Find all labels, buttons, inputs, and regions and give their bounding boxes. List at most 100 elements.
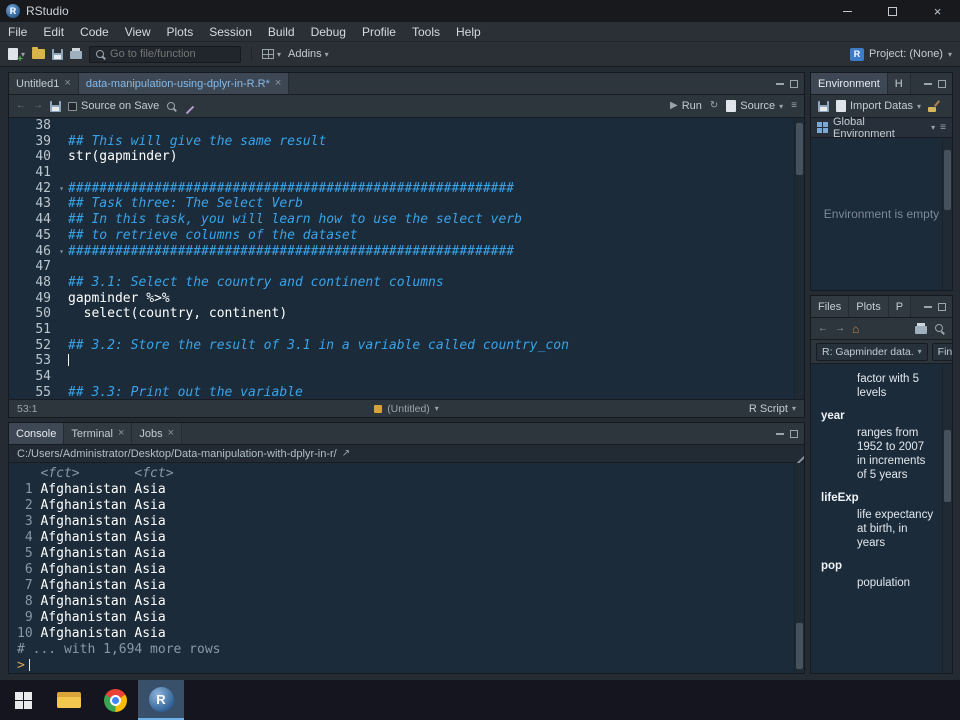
code-line[interactable]: 47 ▾ — [9, 259, 804, 275]
files-tab[interactable]: Plots — [849, 296, 889, 317]
code-line[interactable]: 45 ▾ ## to retrieve columns of the datas… — [9, 228, 804, 244]
files-tab[interactable]: Files — [811, 296, 850, 317]
forward-icon[interactable]: → — [33, 101, 43, 111]
tab-close-icon[interactable]: × — [275, 78, 281, 89]
pane-maximize-icon[interactable] — [938, 79, 946, 88]
code-editor[interactable]: 38 ▾ 39 ▾ ## This will give the same res… — [9, 118, 804, 399]
fold-icon[interactable]: ▾ — [55, 244, 68, 260]
menu-item[interactable]: View — [117, 22, 159, 41]
code-line[interactable]: 49 ▾ gapminder %>% — [9, 291, 804, 307]
maximize-button[interactable] — [870, 0, 915, 22]
menu-item[interactable]: Profile — [354, 22, 404, 41]
console-tab[interactable]: Terminal × — [64, 423, 133, 444]
console-prompt-line[interactable]: > — [17, 658, 804, 673]
menu-item[interactable]: Tools — [404, 22, 448, 41]
menu-item[interactable]: Plots — [159, 22, 202, 41]
code-line[interactable]: 50 ▾ select(country, continent) — [9, 306, 804, 322]
panes-layout-button[interactable]: ▾ — [262, 49, 281, 59]
back-icon[interactable]: ← — [818, 323, 828, 334]
code-tools-icon[interactable] — [184, 101, 195, 112]
menu-item[interactable]: Debug — [303, 22, 354, 41]
code-line[interactable]: 48 ▾ ## 3.1: Select the country and cont… — [9, 275, 804, 291]
goto-file-input[interactable] — [110, 48, 231, 60]
files-tab[interactable]: P — [888, 296, 912, 317]
rstudio-taskbar-button[interactable]: R — [138, 680, 184, 720]
menu-item[interactable]: File — [0, 22, 35, 41]
clear-workspace-icon[interactable] — [927, 100, 940, 112]
console-tab[interactable]: Jobs × — [132, 423, 183, 444]
code-line[interactable]: 39 ▾ ## This will give the same result — [9, 134, 804, 150]
popout-icon[interactable]: ↗ — [342, 448, 350, 459]
editor-tab[interactable]: data-manipulation-using-dplyr-in-R.R* × — [78, 73, 290, 94]
scrollbar-thumb[interactable] — [796, 623, 803, 669]
editor-scrollbar[interactable] — [794, 118, 804, 399]
menu-item[interactable]: Edit — [35, 22, 72, 41]
pane-maximize-icon[interactable] — [790, 429, 798, 438]
code-line[interactable]: 46 ▾ ###################################… — [9, 244, 804, 260]
fold-icon[interactable]: ▾ — [55, 181, 68, 197]
find-in-topic-box[interactable]: Find — [931, 342, 952, 361]
print-button[interactable] — [70, 48, 83, 59]
code-line[interactable]: 38 ▾ — [9, 118, 804, 134]
code-line[interactable]: 51 ▾ — [9, 322, 804, 338]
document-outline-icon[interactable]: ≡ — [791, 101, 797, 111]
goto-file-box[interactable] — [89, 45, 242, 63]
back-icon[interactable]: ← — [16, 101, 26, 111]
save-workspace-icon[interactable] — [818, 100, 829, 112]
pane-minimize-icon[interactable] — [776, 82, 784, 85]
window-titlebar[interactable]: R RStudio × — [0, 0, 960, 22]
editor-tab[interactable]: Untitled1 × — [9, 73, 79, 94]
console-output[interactable]: <fct> <fct> 1 Afghanistan Asia 2 Afghani… — [9, 463, 804, 673]
menu-item[interactable]: Code — [72, 22, 117, 41]
code-line[interactable]: 52 ▾ ## 3.2: Store the result of 3.1 in … — [9, 338, 804, 354]
save-icon[interactable] — [50, 100, 61, 112]
console-tab[interactable]: Console × — [9, 423, 65, 444]
tab-close-icon[interactable]: × — [118, 428, 124, 439]
pane-maximize-icon[interactable] — [790, 79, 798, 88]
forward-icon[interactable]: → — [835, 323, 845, 334]
file-explorer-button[interactable] — [46, 680, 92, 720]
import-dataset-button[interactable]: Import Datas ▾ — [836, 100, 921, 112]
home-icon[interactable]: ⌂ — [852, 322, 859, 336]
code-line[interactable]: 44 ▾ ## In this task, you will learn how… — [9, 212, 804, 228]
save-button[interactable] — [52, 48, 64, 60]
run-button[interactable]: ▶ Run — [670, 100, 702, 112]
menu-item[interactable]: Help — [448, 22, 489, 41]
source-button[interactable]: Source ▾ — [726, 100, 783, 112]
pane-minimize-icon[interactable] — [924, 305, 932, 308]
project-selector[interactable]: R Project: (None) ▾ — [850, 47, 952, 61]
start-button[interactable] — [0, 680, 46, 720]
filetype-selector[interactable]: R Script ▾ — [749, 403, 796, 415]
console-scrollbar[interactable] — [794, 463, 804, 673]
scrollbar-thumb[interactable] — [944, 430, 951, 502]
help-scrollbar[interactable] — [942, 364, 952, 673]
chrome-button[interactable] — [92, 680, 138, 720]
tab-close-icon[interactable]: × — [64, 78, 70, 89]
open-file-button[interactable] — [32, 47, 46, 59]
environment-scrollbar[interactable] — [942, 138, 952, 290]
code-line[interactable]: 40 ▾ str(gapminder) — [9, 149, 804, 165]
code-line[interactable]: 53 ▾ — [9, 353, 804, 369]
print-icon[interactable] — [915, 322, 927, 334]
pane-minimize-icon[interactable] — [924, 82, 932, 85]
environment-scope-bar[interactable]: Global Environment ▾ ≡ — [811, 116, 952, 140]
list-view-icon[interactable]: ≡ — [940, 122, 946, 133]
environment-tab[interactable]: H — [887, 73, 911, 94]
help-topic-select[interactable]: R: Gapminder data. ▾ — [816, 342, 928, 361]
tab-close-icon[interactable]: × — [168, 428, 174, 439]
pane-minimize-icon[interactable] — [776, 432, 784, 435]
close-button[interactable]: × — [915, 0, 960, 22]
code-line[interactable]: 43 ▾ ## Task three: The Select Verb — [9, 196, 804, 212]
search-icon[interactable] — [934, 323, 945, 334]
scrollbar-thumb[interactable] — [944, 150, 951, 210]
new-file-button[interactable]: ▾ — [8, 48, 25, 65]
code-line[interactable]: 54 ▾ — [9, 369, 804, 385]
code-line[interactable]: 55 ▾ ## 3.3: Print out the variable — [9, 385, 804, 399]
addins-button[interactable]: Addins ▾ — [288, 48, 329, 60]
code-line[interactable]: 42 ▾ ###################################… — [9, 181, 804, 197]
menu-item[interactable]: Build — [260, 22, 303, 41]
menu-item[interactable]: Session — [201, 22, 260, 41]
code-line[interactable]: 41 ▾ — [9, 165, 804, 181]
minimize-button[interactable] — [825, 0, 870, 22]
source-on-save-toggle[interactable]: Source on Save — [68, 100, 159, 112]
